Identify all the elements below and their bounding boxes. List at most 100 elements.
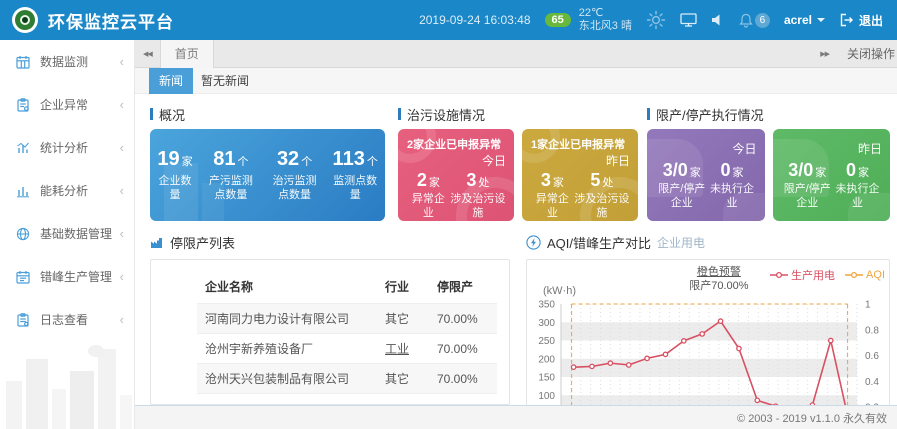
table-row[interactable]: 沧州宇新养殖设备厂 工业 70.00% — [197, 334, 497, 364]
section-restriction-execution: 限产/停产执行情况 今日 3/0家 限产/停产企业 — [647, 106, 890, 221]
restriction-yesterday-card[interactable]: 昨日 3/0家 限产/停产企业 0家 未执行企业 — [773, 129, 891, 221]
aqi-chart-panel: (kW·h) 橙色预警 限产70.00% 生产用电 — [526, 259, 890, 405]
stoplist-table: 企业名称 行业 停限产 河南同力电力设计有限公司 其它 70.00% — [197, 272, 497, 394]
tab-scroll-right-icon[interactable]: ▶▶ — [812, 50, 837, 58]
sidebar-item-basic-data-management[interactable]: 基础数据管理 ‹ — [0, 212, 134, 255]
table-row[interactable]: 沧州天兴包装制品有限公司 其它 70.00% — [197, 364, 497, 394]
restriction-today-card[interactable]: 今日 3/0家 限产/停产企业 0家 未执行企业 — [647, 129, 765, 221]
page-title: 环保监控云平台 — [48, 8, 174, 33]
svg-text:0.6: 0.6 — [865, 351, 879, 362]
page-footer: © 2003 - 2019 v1.1.0 永久有效 — [135, 405, 897, 429]
bar-chart-icon — [14, 141, 32, 155]
logout-button[interactable]: 退出 — [839, 12, 883, 29]
news-text: 暂无新闻 — [201, 72, 249, 89]
top-header: 环保监控云平台 2019-09-24 16:03:48 65 22℃ 东北风3 … — [0, 0, 897, 40]
stat-pollution-points: 81个 产污监测点数量 — [204, 148, 258, 203]
datetime-display: 2019-09-24 16:03:48 — [419, 13, 530, 27]
sidebar-item-statistics-analysis[interactable]: 统计分析 ‹ — [0, 126, 134, 169]
section-subtitle[interactable]: 企业用电 — [657, 234, 705, 251]
copyright-text: © 2003 - 2019 v1.1.0 永久有效 — [737, 410, 887, 426]
treatment-today-card[interactable]: 2家企业已申报异常 今日 2家 异常企业 3处 涉及治污设施 — [398, 129, 514, 221]
card-day-label: 今日 — [656, 140, 757, 157]
sun-weather-icon — [646, 10, 666, 30]
card-headline: 2家企业已申报异常 — [407, 136, 506, 152]
tab-bar: ◀◀ 首页 ▶▶ 关闭操作 — [135, 40, 897, 68]
svg-text:150: 150 — [538, 373, 555, 384]
factory-icon — [150, 236, 164, 249]
monitor-icon[interactable] — [680, 12, 697, 28]
stoplist-panel: 企业名称 行业 停限产 河南同力电力设计有限公司 其它 70.00% — [150, 259, 510, 405]
card-day-label: 昨日 — [782, 140, 883, 157]
stat-facilities-involved: 3处 涉及治污设施 — [450, 170, 506, 221]
weather-display: 22℃ 东北风3 晴 — [579, 7, 632, 32]
electricity-circle-icon — [526, 235, 541, 250]
chevron-down-icon — [817, 18, 825, 22]
calendar-grid-icon — [14, 55, 32, 69]
section-accent-bar — [398, 108, 401, 120]
y-axis-unit-label: (kW·h) — [543, 285, 576, 297]
card-headline: 1家企业已申报异常 — [531, 136, 630, 152]
stat-restricted-enterprises: 3/0家 限产/停产企业 — [782, 160, 834, 211]
stat-abnormal-enterprises: 3家 异常企业 — [531, 170, 574, 221]
speaker-icon[interactable] — [711, 13, 725, 27]
aqi-value-badge: 65 — [545, 13, 571, 27]
svg-text:0.2: 0.2 — [865, 403, 879, 405]
logout-icon — [839, 13, 854, 27]
sidebar-item-log-view[interactable]: 日志查看 ‹ — [0, 298, 134, 341]
sidebar-item-enterprise-abnormal[interactable]: 企业异常 ‹ — [0, 83, 134, 126]
stat-non-executing-enterprises: 0家 未执行企业 — [833, 160, 882, 211]
column-header-industry[interactable]: 行业 — [385, 272, 437, 304]
news-bar: 新闻 暂无新闻 — [135, 68, 897, 94]
treatment-yesterday-card[interactable]: 1家企业已申报异常 昨日 3家 异常企业 5处 涉及治污设施 — [522, 129, 638, 221]
svg-text:200: 200 — [538, 354, 555, 365]
chevron-left-icon: ‹ — [120, 226, 124, 241]
stat-treatment-points: 32个 治污监测点数量 — [268, 148, 322, 203]
close-operations-button[interactable]: 关闭操作 — [837, 45, 897, 62]
user-menu[interactable]: acrel — [784, 13, 825, 27]
section-accent-bar — [150, 108, 153, 120]
line-chart[interactable]: 3503002502001501005010.80.60.40.2 — [527, 298, 891, 405]
chevron-left-icon: ‹ — [120, 54, 124, 69]
card-day-label: 今日 — [407, 152, 506, 169]
chevron-left-icon: ‹ — [120, 97, 124, 112]
chevron-left-icon: ‹ — [120, 183, 124, 198]
section-title: 治污设施情况 — [407, 105, 485, 124]
sidebar-item-energy-analysis[interactable]: 能耗分析 ‹ — [0, 169, 134, 212]
chevron-left-icon: ‹ — [120, 312, 124, 327]
sidebar-item-data-monitoring[interactable]: 数据监测 ‹ — [0, 40, 134, 83]
svg-text:1: 1 — [865, 300, 871, 311]
sidebar-item-peak-production-management[interactable]: 错峰生产管理 ‹ — [0, 255, 134, 298]
svg-text:300: 300 — [538, 318, 555, 329]
stat-non-executing-enterprises: 0家 未执行企业 — [708, 160, 757, 211]
section-aqi-comparison: AQI/错峰生产对比 企业用电 (kW·h) 橙色预警 限产70.00% — [526, 233, 890, 405]
column-header-percent[interactable]: 停限产 — [437, 272, 497, 304]
notifications[interactable]: 6 — [739, 13, 770, 28]
tab-home[interactable]: 首页 — [160, 40, 214, 68]
card-day-label: 昨日 — [531, 152, 630, 169]
username-label: acrel — [784, 13, 812, 27]
bar-chart-icon — [14, 184, 32, 198]
calendar-icon — [14, 270, 32, 284]
legend-production-power[interactable]: 生产用电 — [770, 267, 835, 283]
news-badge[interactable]: 新闻 — [149, 68, 193, 94]
chart-annotation: 橙色预警 限产70.00% — [689, 265, 748, 294]
legend-aqi[interactable]: AQI — [845, 267, 885, 283]
section-accent-bar — [647, 108, 650, 120]
main-area: ◀◀ 首页 ▶▶ 关闭操作 新闻 暂无新闻 概况 — [135, 40, 897, 429]
section-overview: 概况 19家 企业数量 81个 产污监测点数量 — [150, 106, 385, 221]
city-skyline-decoration — [0, 334, 133, 429]
section-treatment-facilities: 治污设施情况 2家企业已申报异常 今日 2家 异常企业 — [398, 106, 638, 221]
column-header-enterprise[interactable]: 企业名称 — [197, 272, 385, 304]
stat-restricted-enterprises: 3/0家 限产/停产企业 — [656, 160, 708, 211]
svg-text:250: 250 — [538, 336, 555, 347]
svg-text:100: 100 — [538, 391, 555, 402]
clipboard-gear-icon — [14, 98, 32, 112]
platform-logo-icon — [12, 7, 38, 33]
section-title: 停限产列表 — [170, 233, 235, 252]
tab-scroll-left-icon[interactable]: ◀◀ — [135, 50, 160, 58]
overview-card[interactable]: 19家 企业数量 81个 产污监测点数量 32个 治污监测点数量 113个 — [150, 129, 385, 221]
section-title: 概况 — [159, 105, 185, 124]
table-row[interactable]: 河南同力电力设计有限公司 其它 70.00% — [197, 304, 497, 334]
stat-enterprise-count: 19家 企业数量 — [156, 148, 194, 203]
chart-legend: 生产用电 AQI — [770, 267, 885, 283]
